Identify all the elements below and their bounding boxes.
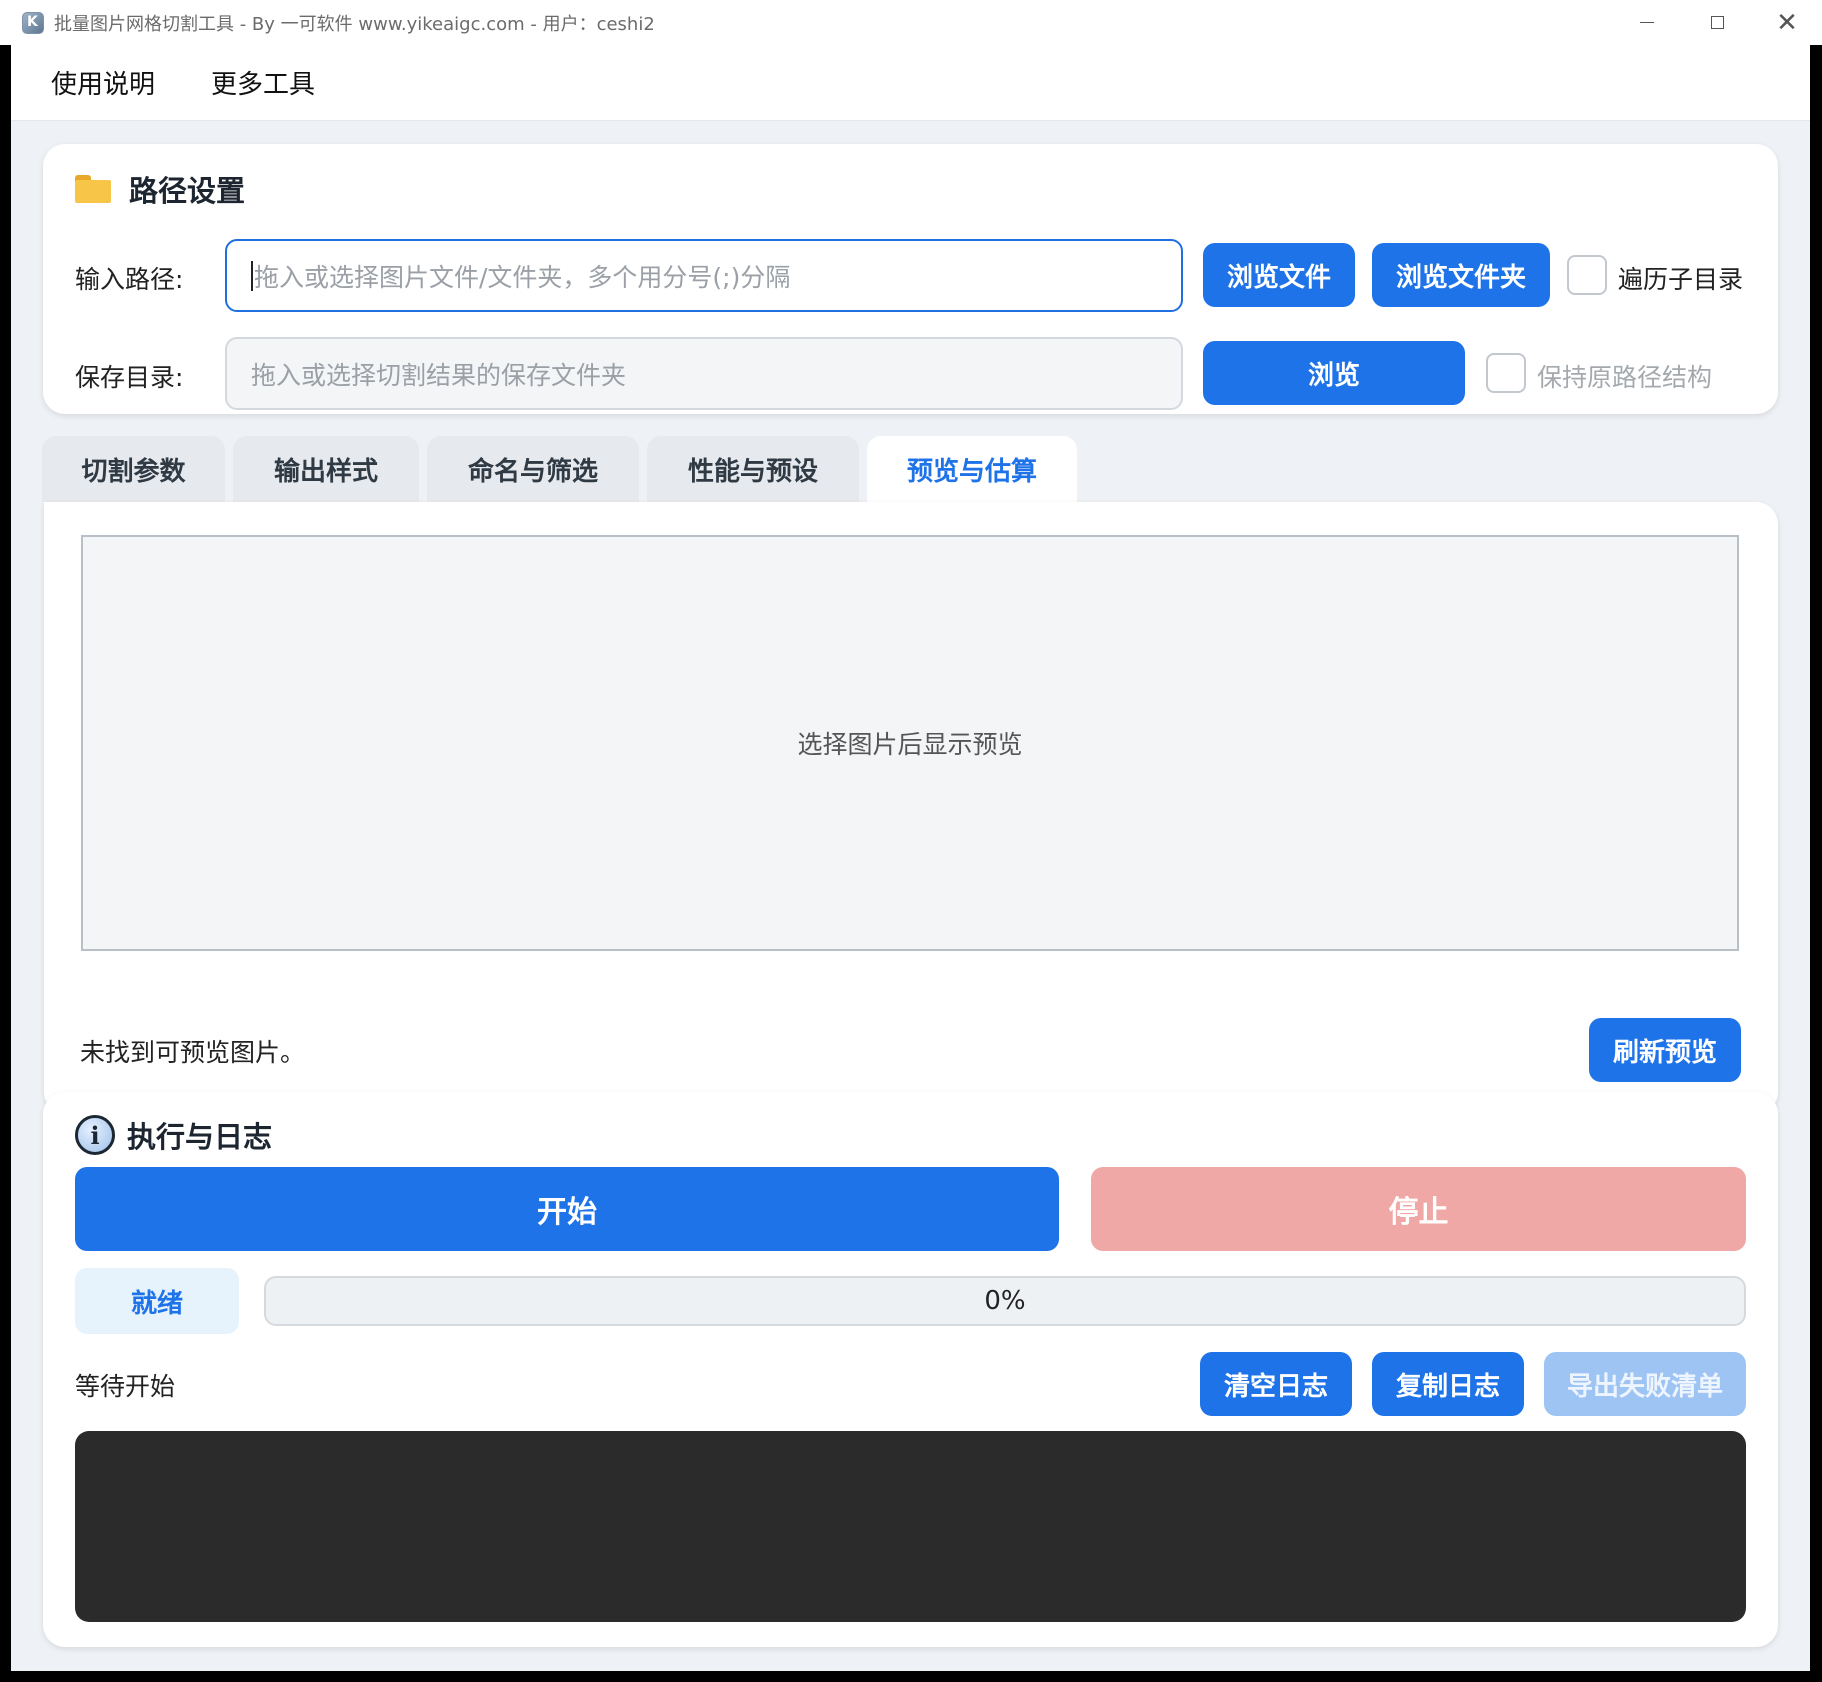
refresh-preview-button[interactable]: 刷新预览 (1589, 1018, 1741, 1082)
log-output[interactable] (75, 1431, 1746, 1622)
stop-button[interactable]: 停止 (1091, 1167, 1746, 1251)
save-dir-label: 保存目录: (75, 363, 184, 392)
progress-bar: 0% (264, 1276, 1746, 1326)
folder-icon (75, 175, 111, 203)
tab-naming-filter[interactable]: 命名与筛选 (427, 436, 639, 502)
input-path-field[interactable]: 拖入或选择图片文件/文件夹，多个用分号(;)分隔 (225, 239, 1183, 312)
execution-header: i 执行与日志 (75, 1114, 272, 1156)
keep-structure-checkbox[interactable] (1486, 353, 1526, 393)
menu-item-more-tools[interactable]: 更多工具 (211, 64, 315, 101)
copy-log-button[interactable]: 复制日志 (1372, 1352, 1524, 1416)
minimize-button[interactable] (1612, 0, 1682, 45)
preview-status-text: 未找到可预览图片。 (80, 1038, 306, 1067)
close-button[interactable]: ✕ (1752, 0, 1822, 45)
app-icon (22, 11, 44, 34)
maximize-icon (1710, 16, 1724, 29)
clear-log-button[interactable]: 清空日志 (1200, 1352, 1352, 1416)
close-icon: ✕ (1776, 7, 1798, 38)
browse-file-button[interactable]: 浏览文件 (1203, 243, 1355, 307)
text-caret (251, 260, 253, 291)
window-title: 批量图片网格切割工具 - By 一可软件 www.yikeaigc.com - … (54, 13, 655, 35)
window-frame-left (0, 45, 11, 1682)
start-button[interactable]: 开始 (75, 1167, 1059, 1251)
path-settings-header: 路径设置 (75, 168, 245, 210)
browse-folder-button[interactable]: 浏览文件夹 (1372, 243, 1550, 307)
tab-preview-estimate[interactable]: 预览与估算 (867, 436, 1077, 502)
recurse-subdirs-label: 遍历子目录 (1618, 265, 1744, 294)
input-path-label: 输入路径: (75, 265, 184, 294)
status-badge: 就绪 (75, 1268, 239, 1334)
minimize-icon (1640, 22, 1654, 23)
menu-item-help[interactable]: 使用说明 (51, 64, 155, 101)
wait-status-text: 等待开始 (75, 1372, 176, 1401)
window-frame-bottom (0, 1671, 1822, 1682)
tab-cut-params[interactable]: 切割参数 (42, 436, 225, 502)
maximize-button[interactable] (1682, 0, 1752, 45)
tab-output-style[interactable]: 输出样式 (233, 436, 419, 502)
export-failed-button[interactable]: 导出失败清单 (1544, 1352, 1746, 1416)
progress-text: 0% (984, 1286, 1026, 1316)
settings-tabs: 切割参数 输出样式 命名与筛选 性能与预设 预览与估算 (42, 436, 1085, 502)
path-settings-card: 路径设置 输入路径: 拖入或选择图片文件/文件夹，多个用分号(;)分隔 浏览文件… (43, 144, 1778, 414)
keep-structure-label: 保持原路径结构 (1537, 363, 1713, 392)
info-icon: i (75, 1115, 115, 1155)
input-path-placeholder: 拖入或选择图片文件/文件夹，多个用分号(;)分隔 (254, 262, 791, 292)
save-dir-placeholder: 拖入或选择切割结果的保存文件夹 (251, 360, 627, 390)
preview-canvas: 选择图片后显示预览 (81, 535, 1739, 951)
menu-bar: 使用说明 更多工具 (11, 45, 1810, 121)
execution-title: 执行与日志 (127, 1120, 273, 1154)
path-settings-title: 路径设置 (129, 174, 246, 208)
browse-save-button[interactable]: 浏览 (1203, 341, 1465, 405)
window-titlebar: 批量图片网格切割工具 - By 一可软件 www.yikeaigc.com - … (0, 0, 1822, 45)
preview-placeholder: 选择图片后显示预览 (797, 730, 1023, 759)
window-frame-right (1810, 45, 1822, 1682)
tab-performance-presets[interactable]: 性能与预设 (647, 436, 859, 502)
window-controls: ✕ (1612, 0, 1822, 45)
recurse-subdirs-checkbox[interactable] (1567, 255, 1607, 295)
save-dir-field[interactable]: 拖入或选择切割结果的保存文件夹 (225, 337, 1183, 410)
client-area: 使用说明 更多工具 路径设置 输入路径: 拖入或选择图片文件/文件夹，多个用分号… (11, 45, 1810, 1671)
